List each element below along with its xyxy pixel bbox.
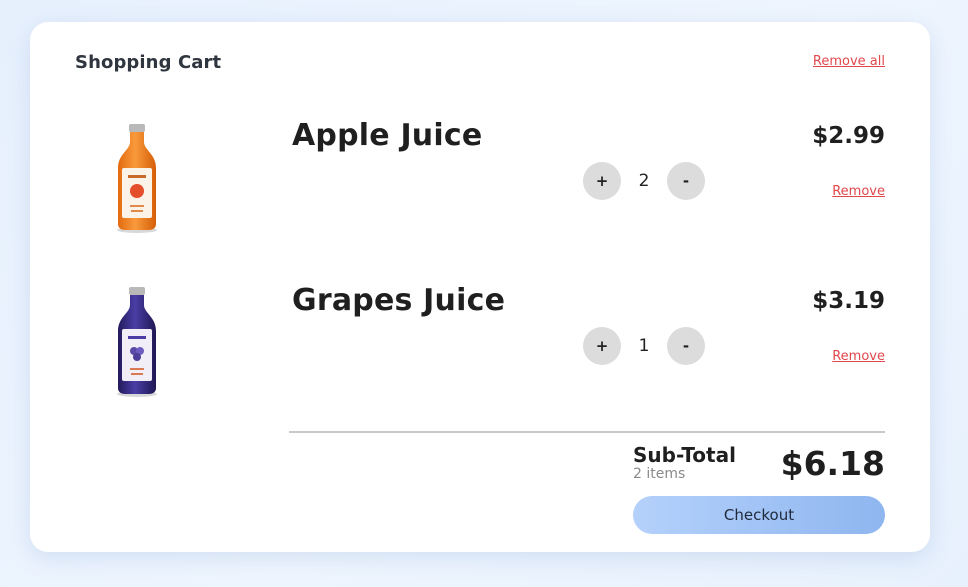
item-price: $2.99 <box>812 123 885 149</box>
apple-juice-bottle-icon <box>92 112 182 242</box>
decrease-quantity-button[interactable]: - <box>667 327 705 365</box>
remove-all-link[interactable]: Remove all <box>813 54 885 69</box>
items-count: 2 items <box>633 466 686 482</box>
remove-item-link[interactable]: Remove <box>832 184 885 199</box>
summary-divider <box>289 431 885 433</box>
quantity-value: 2 <box>638 171 650 191</box>
quantity-value: 1 <box>638 336 650 356</box>
cart-item: Apple Juice + 2 - $2.99 Remove <box>30 112 930 242</box>
decrease-quantity-button[interactable]: - <box>667 162 705 200</box>
cart-title: Shopping Cart <box>75 52 222 73</box>
increase-quantity-button[interactable]: + <box>583 162 621 200</box>
quantity-stepper: + 2 - <box>583 162 705 200</box>
quantity-stepper: + 1 - <box>583 327 705 365</box>
remove-item-link[interactable]: Remove <box>832 349 885 364</box>
item-price: $3.19 <box>812 288 885 314</box>
shopping-cart-card: Shopping Cart Remove all Apple Juice + 2… <box>30 22 930 552</box>
product-name: Apple Juice <box>292 118 483 153</box>
cart-item: Grapes Juice + 1 - $3.19 Remove <box>30 277 930 407</box>
product-name: Grapes Juice <box>292 283 506 318</box>
total-amount: $6.18 <box>780 444 885 483</box>
subtotal-label: Sub-Total <box>633 443 736 467</box>
checkout-button[interactable]: Checkout <box>633 496 885 534</box>
increase-quantity-button[interactable]: + <box>583 327 621 365</box>
grapes-juice-bottle-icon <box>92 277 182 407</box>
